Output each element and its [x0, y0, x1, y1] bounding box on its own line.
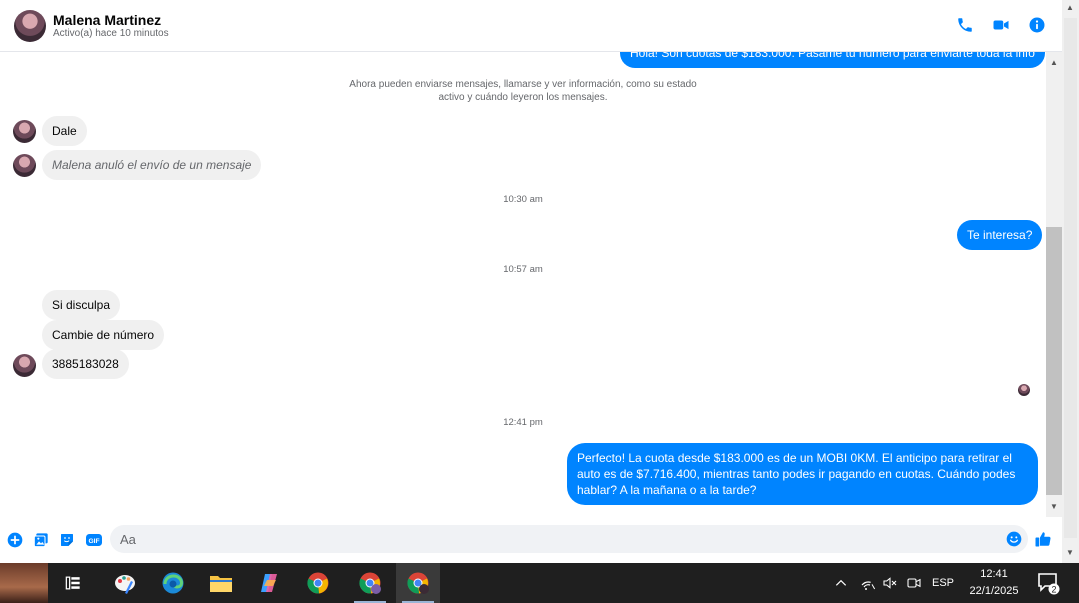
file-explorer-icon[interactable]: [199, 563, 243, 603]
windows-taskbar: ESP 12:41 22/1/2025 2: [0, 563, 1079, 603]
contact-name[interactable]: Malena Martinez: [53, 12, 169, 28]
message-composer: GIF: [0, 517, 1062, 563]
message-timestamp: 12:41 pm: [503, 417, 543, 428]
video-call-icon[interactable]: [992, 16, 1010, 34]
info-icon[interactable]: [1028, 16, 1046, 34]
chrome-active-window-icon[interactable]: [396, 563, 440, 603]
message-timestamp: 10:30 am: [503, 194, 543, 205]
sender-avatar[interactable]: [13, 120, 36, 143]
contact-info[interactable]: Malena Martinez Activo(a) hace 10 minuto…: [53, 12, 169, 40]
outgoing-message[interactable]: Hola! Son cuotas de $183.000. Pasame tu …: [620, 52, 1045, 68]
system-notice: Ahora pueden enviarse mensajes, llamarse…: [349, 79, 697, 103]
header-actions: [956, 16, 1046, 34]
scroll-down-arrow-icon[interactable]: ▼: [1050, 502, 1058, 511]
add-icon[interactable]: [7, 532, 23, 548]
task-view-icon[interactable]: [51, 563, 95, 603]
incoming-message[interactable]: Dale: [42, 116, 87, 146]
sticker-icon[interactable]: [59, 532, 75, 548]
unsent-message-notice: Malena anuló el envío de un mensaje: [42, 150, 262, 180]
contact-status: Activo(a) hace 10 minutos: [53, 27, 169, 39]
gif-icon[interactable]: GIF: [85, 532, 103, 548]
page-scroll-down-icon[interactable]: ▼: [1066, 548, 1074, 557]
page-scrollbar-thumb[interactable]: [1064, 18, 1077, 538]
clock-time: 12:41: [980, 568, 1008, 580]
notification-center-icon[interactable]: 2: [1036, 571, 1060, 600]
paint-app-icon[interactable]: [103, 563, 147, 603]
photo-icon[interactable]: [33, 532, 49, 548]
message-input-container: [110, 525, 1028, 553]
scroll-up-arrow-icon[interactable]: ▲: [1050, 58, 1058, 67]
incoming-message[interactable]: Cambie de número: [42, 320, 165, 350]
chrome-profile-icon[interactable]: [348, 563, 392, 603]
page-scroll-up-icon[interactable]: ▲: [1066, 3, 1074, 12]
notification-count: 2: [1051, 585, 1056, 595]
seen-receipt-avatar: [1018, 384, 1030, 396]
start-button[interactable]: [0, 563, 48, 603]
scrollbar-thumb[interactable]: [1046, 227, 1062, 495]
incoming-message[interactable]: Si disculpa: [42, 290, 121, 320]
incoming-message[interactable]: 3885183028: [42, 349, 129, 379]
input-language-indicator[interactable]: ESP: [932, 563, 954, 603]
message-list: Hola! Son cuotas de $183.000. Pasame tu …: [0, 52, 1046, 517]
message-input[interactable]: [120, 531, 980, 547]
outgoing-message[interactable]: Te interesa?: [957, 220, 1043, 250]
copilot-icon[interactable]: [247, 563, 291, 603]
wifi-icon[interactable]: [860, 563, 876, 603]
composer-actions: GIF: [7, 532, 103, 548]
message-timestamp: 10:57 am: [503, 264, 543, 275]
volume-muted-icon[interactable]: [882, 563, 898, 603]
clock-date: 22/1/2025: [969, 585, 1019, 597]
sender-avatar[interactable]: [13, 354, 36, 377]
taskbar-clock[interactable]: 12:41 22/1/2025: [960, 566, 1028, 600]
audio-call-icon[interactable]: [956, 16, 974, 34]
camera-in-use-icon[interactable]: [906, 563, 922, 603]
sender-avatar[interactable]: [13, 154, 36, 177]
outgoing-message[interactable]: Perfecto! La cuota desde $183.000 es de …: [567, 443, 1038, 505]
conversation-header: Malena Martinez Activo(a) hace 10 minuto…: [0, 0, 1062, 52]
contact-avatar[interactable]: [14, 9, 46, 42]
emoji-icon[interactable]: [1006, 531, 1022, 552]
chrome-browser-icon[interactable]: [296, 563, 340, 603]
page-scrollbar[interactable]: ▲ ▼: [1062, 0, 1079, 563]
show-hidden-icons-icon[interactable]: [834, 563, 848, 603]
like-icon[interactable]: [1034, 530, 1052, 553]
edge-browser-icon[interactable]: [151, 563, 195, 603]
message-list-scrollbar[interactable]: ▲ ▼: [1046, 52, 1062, 517]
svg-text:GIF: GIF: [88, 538, 99, 545]
